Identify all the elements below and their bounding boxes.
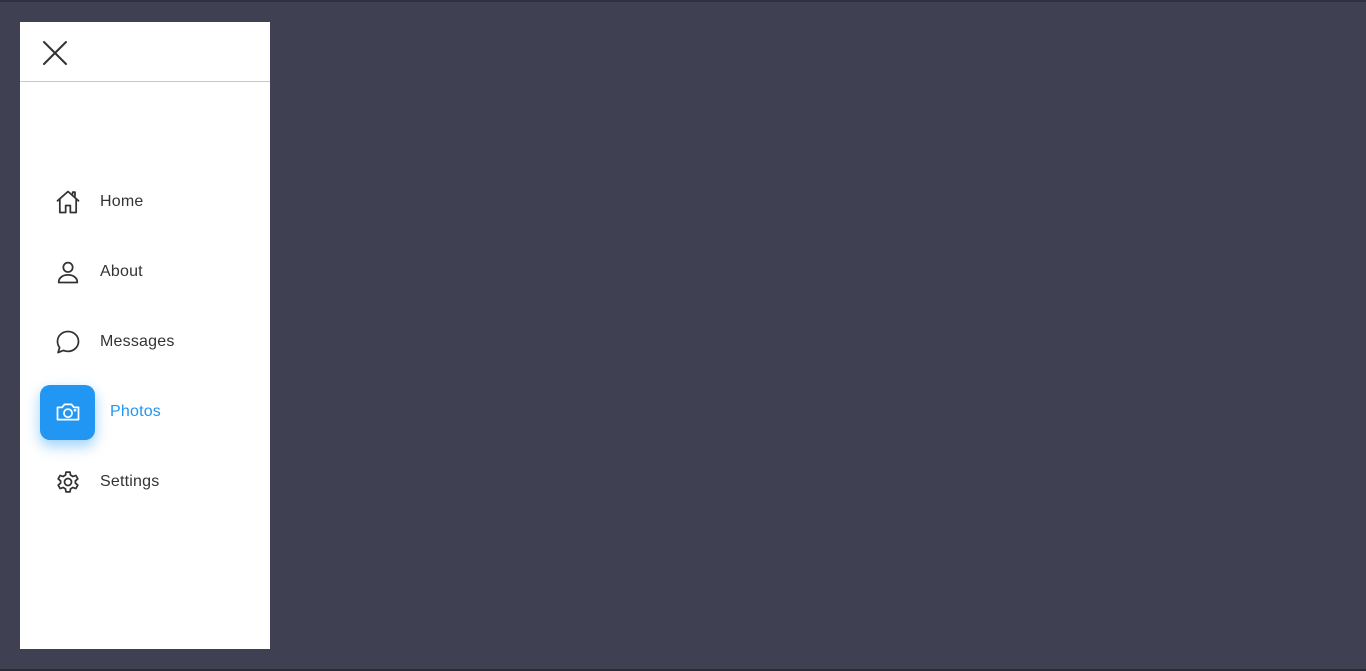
- sidebar-item-settings[interactable]: Settings: [20, 447, 270, 517]
- home-icon: [40, 175, 95, 230]
- close-button[interactable]: [40, 38, 70, 68]
- sidebar-item-messages[interactable]: Messages: [20, 307, 270, 377]
- sidebar-item-label: Home: [100, 193, 144, 210]
- page: Home About Messages Photos Settings: [0, 0, 1366, 671]
- sidebar-item-label: Settings: [100, 473, 160, 490]
- sidebar-item-home[interactable]: Home: [20, 167, 270, 237]
- user-icon: [40, 245, 95, 300]
- gear-icon: [40, 455, 95, 510]
- close-icon: [43, 41, 67, 65]
- sidebar: Home About Messages Photos Settings: [20, 22, 270, 649]
- sidebar-item-about[interactable]: About: [20, 237, 270, 307]
- sidebar-item-label: Messages: [100, 333, 175, 350]
- sidebar-item-label: Photos: [110, 403, 162, 420]
- sidebar-nav: Home About Messages Photos Settings: [20, 167, 270, 517]
- sidebar-item-photos[interactable]: Photos: [20, 377, 270, 447]
- camera-icon: [40, 384, 95, 440]
- chat-bubble-icon: [40, 315, 95, 370]
- sidebar-item-label: About: [100, 263, 143, 280]
- sidebar-header: [20, 22, 270, 82]
